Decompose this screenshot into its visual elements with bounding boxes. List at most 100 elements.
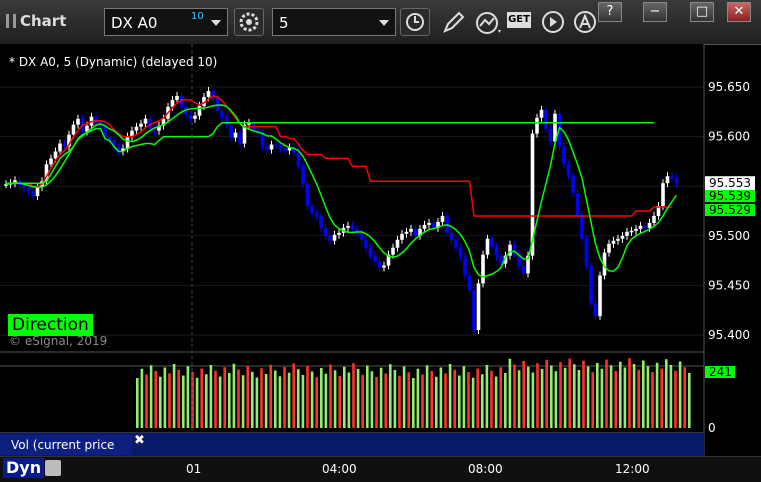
volume-bar bbox=[393, 370, 397, 428]
volume-bar bbox=[550, 365, 553, 428]
volume-bar bbox=[333, 370, 337, 428]
volume-bar bbox=[301, 375, 305, 428]
volume-bar bbox=[591, 372, 594, 428]
gear-icon-button[interactable] bbox=[234, 8, 264, 36]
x-tick-label: 01 bbox=[186, 462, 202, 476]
symbol-input[interactable]: DX A0 10 bbox=[104, 8, 228, 36]
volume-bar bbox=[310, 371, 314, 428]
volume-bar bbox=[430, 371, 433, 428]
volume-bar bbox=[246, 366, 249, 428]
candle-body bbox=[634, 228, 638, 231]
volume-bar bbox=[651, 372, 654, 428]
candle-body bbox=[62, 143, 67, 147]
candle-body bbox=[332, 234, 337, 241]
volume-bar bbox=[586, 366, 590, 428]
clock-icon bbox=[406, 13, 424, 31]
candle-body bbox=[296, 152, 301, 166]
chevron-down-icon[interactable] bbox=[379, 20, 389, 26]
candle-body bbox=[598, 275, 602, 317]
volume-bar bbox=[274, 370, 277, 428]
clock-icon-button[interactable] bbox=[400, 8, 430, 36]
volume-bar bbox=[646, 366, 650, 428]
pencil-icon[interactable] bbox=[440, 10, 466, 40]
volume-bar bbox=[619, 361, 622, 428]
y-tick-label: 95.400 bbox=[708, 328, 750, 342]
volume-bar bbox=[384, 373, 387, 428]
candle-body bbox=[391, 247, 395, 255]
candle-body bbox=[607, 243, 611, 253]
candle-body bbox=[674, 178, 679, 184]
minimize-button[interactable]: − bbox=[643, 2, 667, 22]
volume-bar bbox=[485, 365, 489, 428]
volume-bar bbox=[582, 360, 585, 428]
volume-bar bbox=[228, 373, 231, 428]
candle-body bbox=[463, 256, 467, 276]
volume-bar bbox=[688, 373, 691, 428]
volume-bar bbox=[462, 366, 466, 428]
volume-bar bbox=[223, 367, 226, 428]
green-price-label: 95.539 bbox=[709, 189, 751, 203]
get-icon[interactable]: GET bbox=[507, 12, 531, 28]
volume-bar bbox=[573, 364, 576, 428]
candle-body bbox=[454, 239, 458, 248]
candle-body bbox=[584, 238, 589, 266]
candle-body bbox=[49, 158, 53, 165]
maximize-button[interactable]: □ bbox=[690, 2, 714, 22]
candle-body bbox=[589, 265, 593, 304]
candle-body bbox=[125, 136, 130, 149]
candle-body bbox=[53, 151, 58, 159]
candle-body bbox=[31, 191, 35, 197]
symbol-delay-badge: 10 bbox=[191, 11, 204, 22]
candle-body bbox=[652, 215, 656, 223]
candle-body bbox=[305, 184, 310, 207]
volume-bar bbox=[329, 364, 332, 428]
close-icon[interactable]: ✖ bbox=[134, 433, 145, 448]
candle-body bbox=[643, 225, 647, 228]
candle-body bbox=[26, 188, 31, 192]
y-tick-label: 95.450 bbox=[708, 278, 750, 292]
volume-bar bbox=[504, 373, 507, 428]
candle-body bbox=[562, 146, 566, 165]
volume-bar bbox=[513, 364, 516, 428]
volume-bar bbox=[669, 365, 673, 428]
play-icon[interactable] bbox=[540, 9, 568, 41]
help-button[interactable]: ? bbox=[598, 2, 622, 22]
candle-body bbox=[175, 95, 179, 100]
volume-bar bbox=[609, 365, 613, 428]
candle-body bbox=[404, 231, 409, 234]
y-tick-label: 95.650 bbox=[708, 80, 750, 94]
candle-body bbox=[499, 256, 503, 264]
volume-bar bbox=[637, 369, 640, 428]
lock-icon[interactable] bbox=[45, 460, 61, 476]
volume-bar bbox=[545, 359, 548, 428]
volume-bar bbox=[577, 370, 581, 428]
candle-body bbox=[670, 176, 674, 179]
volume-bar bbox=[632, 364, 636, 428]
candle-body bbox=[431, 222, 436, 228]
volume-bar bbox=[412, 378, 415, 428]
dyn-label[interactable]: Dyn bbox=[3, 458, 45, 478]
candle-body bbox=[310, 206, 314, 213]
autoscale-icon[interactable] bbox=[572, 9, 600, 41]
gear-icon bbox=[239, 12, 259, 32]
interval-value: 5 bbox=[279, 14, 289, 32]
volume-bar bbox=[278, 376, 282, 428]
candle-body bbox=[260, 133, 265, 147]
price-chart[interactable]: 95.65095.60095.55095.50095.45095.40095.5… bbox=[0, 44, 761, 456]
candle-body bbox=[71, 124, 76, 135]
volume-bar bbox=[214, 370, 217, 428]
candle-body bbox=[269, 144, 274, 150]
studies-icon[interactable] bbox=[474, 10, 504, 40]
candle-body bbox=[638, 225, 643, 229]
volume-bar bbox=[559, 362, 562, 428]
interval-select[interactable]: 5 bbox=[272, 8, 396, 36]
volume-bar bbox=[481, 374, 484, 428]
volume-bar bbox=[623, 367, 627, 428]
close-button[interactable]: ✕ bbox=[727, 2, 751, 22]
volume-bar bbox=[338, 376, 341, 428]
volume-bar bbox=[237, 369, 240, 428]
volume-bar bbox=[251, 371, 254, 428]
candle-body bbox=[422, 224, 427, 229]
volume-bar bbox=[554, 371, 558, 428]
chevron-down-icon[interactable] bbox=[211, 20, 221, 26]
